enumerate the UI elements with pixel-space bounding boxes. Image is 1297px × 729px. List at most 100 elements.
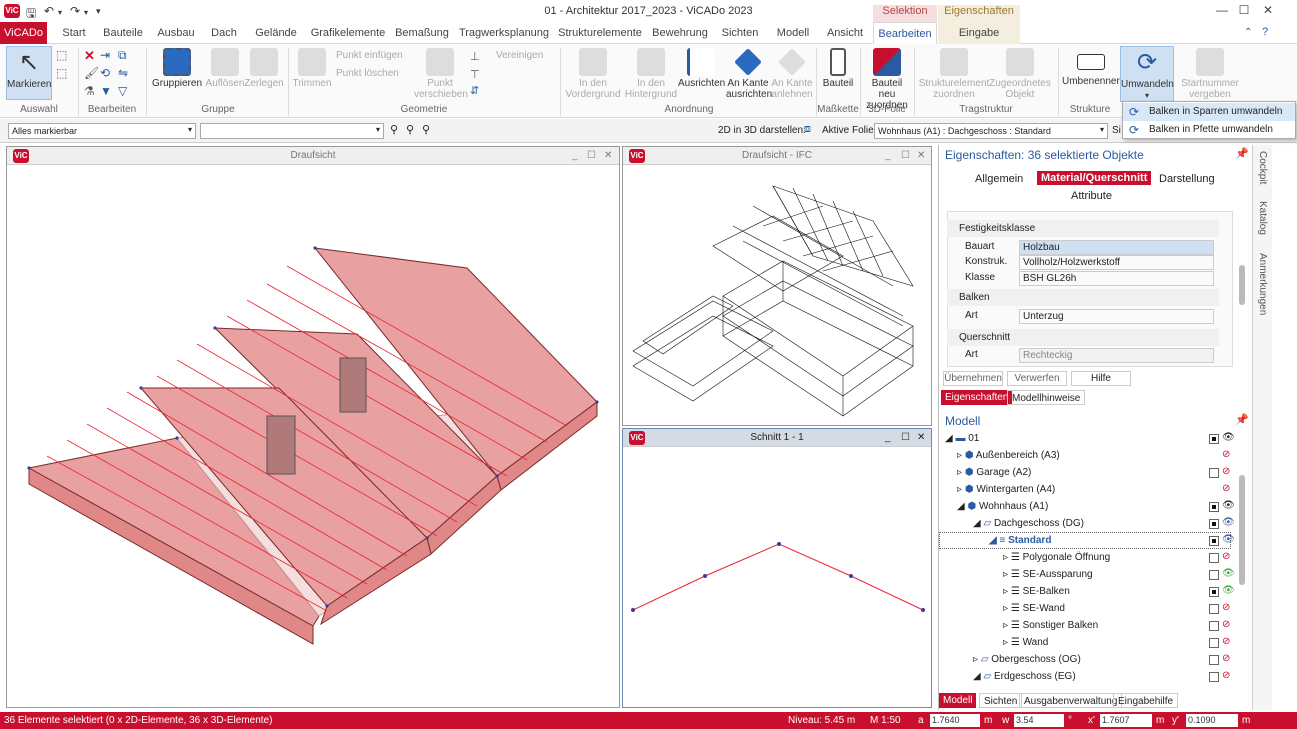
hintergrund-button[interactable]: In den Hintergrund [622, 46, 680, 100]
punkt-verschieben-button[interactable]: Punkt verschieben [414, 46, 468, 100]
help-icon[interactable]: ? [1262, 26, 1268, 38]
startnummer-button[interactable]: Startnummer vergeben [1180, 46, 1240, 100]
vordergrund-button[interactable]: In den Vordergrund [564, 46, 622, 100]
section-querschnitt[interactable]: Querschnitt [947, 329, 1219, 346]
select-rect-icon[interactable]: ⬚ [56, 48, 67, 62]
eye-hidden-icon[interactable]: ⊘ [1222, 483, 1230, 494]
zugeordnetes-objekt-button[interactable]: Zugeordnetes Objekt [988, 46, 1052, 100]
tab-grafikelemente[interactable]: Grafikelemente [308, 22, 388, 44]
tab-bewehrung[interactable]: Bewehrung [650, 22, 710, 44]
tab-sichten[interactable]: Sichten [979, 693, 1023, 708]
tab-ausgabenverwaltung[interactable]: Ausgabenverwaltung [1019, 693, 1123, 708]
tab-material-querschnitt[interactable]: Material/Querschnitt [1037, 171, 1152, 185]
strukturelement-button[interactable]: Strukturelement zuordnen [918, 46, 990, 100]
trimmen-button[interactable]: Trimmen [292, 46, 332, 89]
punkt-einfuegen-button[interactable]: Punkt einfügen [336, 50, 403, 61]
secondary-combo[interactable] [200, 123, 384, 139]
vereinigen-button[interactable]: Vereinigen [496, 50, 543, 61]
tab-darstellung[interactable]: Darstellung [1159, 173, 1215, 185]
close-icon[interactable]: ✕ [1258, 3, 1278, 17]
tab-vicado[interactable]: ViCADo [0, 22, 47, 44]
tree-item-dachgeschoss[interactable]: ◢ ▱ Dachgeschoss (DG) [973, 515, 1084, 532]
tab-attribute[interactable]: Attribute [1071, 190, 1112, 202]
aktive-folie-combo[interactable]: Wohnhaus (A1) : Dachgeschoss : Standard [874, 123, 1108, 139]
eye-icon[interactable]: 👁 [1222, 500, 1235, 511]
tab-tragwerksplanung[interactable]: Tragwerksplanung [458, 22, 550, 44]
section-festigkeitsklasse[interactable]: Festigkeitsklasse [947, 220, 1219, 237]
side-tab-anmerkungen[interactable]: Anmerkungen [1257, 253, 1268, 315]
minimize-icon[interactable]: _ [885, 147, 891, 165]
chevron-down-icon[interactable]: ▾ [376, 125, 380, 134]
visibility-checkbox[interactable] [1209, 468, 1219, 478]
visibility-checkbox[interactable] [1209, 672, 1219, 682]
delete-icon[interactable]: ✕ [84, 48, 95, 64]
visibility-checkbox[interactable] [1209, 604, 1219, 614]
minimize-icon[interactable]: — [1212, 3, 1232, 17]
eye-hidden-icon[interactable]: ⊘ [1222, 602, 1230, 613]
copy-icon[interactable]: ⧉ [118, 48, 127, 63]
minimize-icon[interactable]: _ [885, 429, 891, 447]
tab-modellhinweise[interactable]: Modellhinweise [1007, 390, 1086, 405]
coord-y-field[interactable]: 0.1090 [1186, 714, 1238, 727]
visibility-checkbox[interactable] [1209, 638, 1219, 648]
eye-hidden-icon[interactable]: ⊘ [1222, 449, 1230, 460]
maximize-icon[interactable]: ☐ [1234, 3, 1254, 17]
ausrichten-button[interactable]: Ausrichten [678, 46, 725, 89]
tree-item-se-aussparung[interactable]: ▹ ☰ SE-Aussparung [1003, 566, 1093, 583]
eye-hidden-icon[interactable]: ⊘ [1222, 466, 1230, 477]
menu-item-balken-in-pfette[interactable]: ⟳ Balken in Pfette umwandeln [1123, 121, 1295, 139]
visibility-checkbox[interactable] [1209, 621, 1219, 631]
tab-strukturelemente[interactable]: Strukturelemente [556, 22, 644, 44]
aufloesen-button[interactable]: Auflösen [204, 46, 246, 89]
minimize-icon[interactable]: _ [572, 147, 578, 165]
offset-icon[interactable]: ⇵ [470, 84, 479, 97]
coord-w-field[interactable]: 3.54 [1014, 714, 1064, 727]
pin-icon[interactable]: 📌 [1235, 413, 1249, 426]
prop-value-bauart[interactable]: Holzbau [1019, 240, 1214, 255]
scale-icon[interactable]: ▼ [100, 84, 112, 98]
tab-modell[interactable]: Modell [939, 693, 977, 708]
tab-gelaende[interactable]: Gelände [252, 22, 300, 44]
umbenennen-button[interactable]: Umbenennen [1062, 46, 1122, 87]
distribute-icon[interactable]: ⊤ [470, 68, 480, 81]
visibility-checkbox[interactable] [1209, 553, 1219, 563]
close-icon[interactable]: ✕ [917, 147, 925, 165]
tree-item-01[interactable]: ◢ ▬ 01 [945, 430, 979, 447]
chevron-down-icon[interactable]: ▾ [188, 125, 192, 134]
tab-start[interactable]: Start [56, 22, 92, 44]
select-add-icon[interactable]: ⬚ [56, 66, 67, 80]
eye-icon[interactable]: 👁 [1222, 568, 1235, 579]
tree-item-polygonale-oeffnung[interactable]: ▹ ☰ Polygonale Öffnung [1003, 549, 1110, 566]
tree-item-standard[interactable]: ◢ ≡ Standard [989, 532, 1051, 549]
maximize-icon[interactable]: ☐ [901, 429, 910, 447]
visibility-checkbox[interactable] [1209, 587, 1219, 597]
visibility-checkbox[interactable] [1209, 655, 1219, 665]
punkt-loeschen-button[interactable]: Punkt löschen [336, 68, 399, 79]
tab-eingabe[interactable]: Eingabe [938, 22, 1020, 44]
side-tab-cockpit[interactable]: Cockpit [1257, 151, 1268, 184]
tab-eingabehilfe[interactable]: Eingabehilfe [1113, 693, 1179, 708]
tree-item-se-balken[interactable]: ▹ ☰ SE-Balken [1003, 583, 1070, 600]
coord-x-field[interactable]: 1.7607 [1100, 714, 1152, 727]
binoculars-icon[interactable]: ⚲ [390, 123, 398, 136]
prop-value-art[interactable]: Unterzug [1019, 309, 1214, 324]
tree-item-garage[interactable]: ▹ ⬢ Garage (A2) [957, 464, 1031, 481]
tree-item-sonstiger-balken[interactable]: ▹ ☰ Sonstiger Balken [1003, 617, 1098, 634]
masskette-bauteil-button[interactable]: Bauteil [820, 46, 856, 89]
tab-bemassung[interactable]: Bemaßung [394, 22, 450, 44]
filter-combo[interactable]: Alles markierbar [8, 123, 196, 139]
view-draufsicht[interactable]: ViC Draufsicht _ ☐ ✕ [6, 146, 620, 708]
tab-ausbau[interactable]: Ausbau [154, 22, 198, 44]
tree-item-erdgeschoss[interactable]: ◢ ▱ Erdgeschoss (EG) [973, 668, 1076, 685]
pin-icon[interactable]: 📌 [1235, 147, 1249, 160]
stretch-icon[interactable]: ▽ [118, 84, 127, 98]
2d-3d-toggle-icon[interactable]: ⧈ [804, 123, 811, 136]
binoculars-remove-icon[interactable]: ⚲ [422, 123, 430, 136]
an-kante-anlehnen-button[interactable]: An Kante anlehnen [770, 46, 814, 100]
uebernehmen-button[interactable]: Übernehmen [943, 371, 1003, 386]
prop-value-konstruk[interactable]: Vollholz/Holzwerkstoff [1019, 255, 1214, 270]
tab-bauteile[interactable]: Bauteile [100, 22, 146, 44]
an-kante-ausrichten-button[interactable]: An Kante ausrichten [726, 46, 772, 100]
prop-value-querschnitt-art[interactable]: Rechteckig [1019, 348, 1214, 363]
align-icon[interactable]: ⊥ [470, 50, 480, 63]
